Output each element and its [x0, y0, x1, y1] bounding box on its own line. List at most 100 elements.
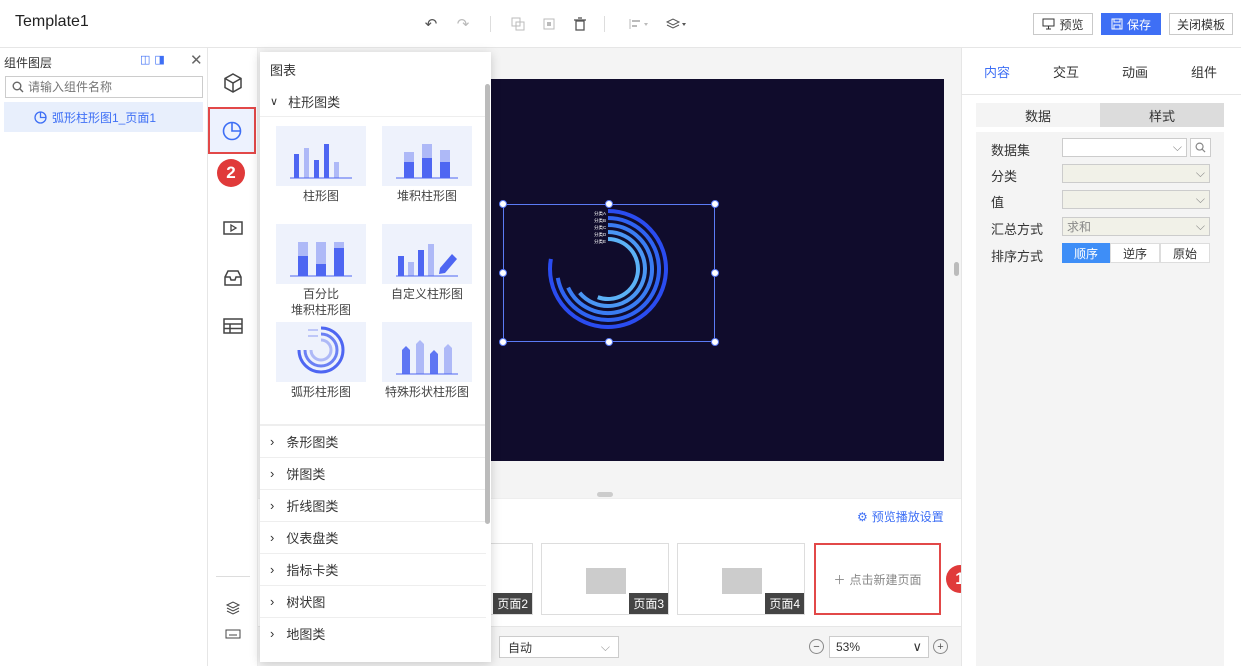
- tab-content[interactable]: 内容: [966, 48, 1028, 94]
- dataset-search-button[interactable]: [1190, 138, 1211, 157]
- horizontal-scrollbar[interactable]: [597, 492, 613, 497]
- paste-icon[interactable]: [539, 14, 559, 34]
- page-thumb-2[interactable]: 页面2: [491, 543, 533, 615]
- chart-picker-panel: 图表 ∨ 柱形图类 柱形图 堆积柱形图 百分比 堆积柱形图 自定义柱形图 弧形柱…: [260, 52, 491, 662]
- bar-chart-thumb: [276, 126, 366, 186]
- chart-type-custom-bar[interactable]: 自定义柱形图: [382, 224, 472, 302]
- keyboard-icon[interactable]: [221, 622, 245, 646]
- summary-select[interactable]: 求和 ⌵: [1062, 217, 1210, 236]
- sort-original[interactable]: 原始: [1160, 243, 1210, 263]
- category-row[interactable]: › 饼图类: [260, 457, 486, 489]
- copy-icon[interactable]: [508, 14, 528, 34]
- layer-search-input[interactable]: [28, 80, 198, 94]
- video-icon[interactable]: [221, 216, 245, 240]
- resize-handle[interactable]: [711, 200, 719, 208]
- chart-type-stacked-bar[interactable]: 堆积柱形图: [382, 126, 472, 204]
- section-label: 柱形图类: [288, 95, 341, 110]
- inbox-icon[interactable]: [221, 266, 245, 290]
- resize-handle[interactable]: [499, 269, 507, 277]
- category-label: 饼图类: [286, 467, 326, 482]
- layer-item-label: 弧形柱形图1_页面1: [52, 110, 157, 125]
- category-row[interactable]: › 地图类: [260, 617, 486, 649]
- chevron-down-icon: ⌵: [1195, 192, 1205, 206]
- chart-type-bar[interactable]: 柱形图: [276, 126, 366, 204]
- chart-picker-scrollbar[interactable]: [485, 84, 490, 524]
- category-row[interactable]: › 仪表盘类: [260, 521, 486, 553]
- dataset-select[interactable]: ⌵: [1062, 138, 1187, 157]
- chevron-right-icon: ›: [270, 626, 275, 641]
- chart-type-arc-bar[interactable]: 弧形柱形图: [276, 322, 366, 400]
- resize-handle[interactable]: [711, 338, 719, 346]
- tab-animation[interactable]: 动画: [1104, 48, 1166, 94]
- chart-type-label: 堆积柱形图: [396, 189, 457, 203]
- resize-handle[interactable]: [499, 338, 507, 346]
- resize-handle[interactable]: [605, 200, 613, 208]
- resize-handle[interactable]: [711, 269, 719, 277]
- section-divider: [260, 116, 486, 117]
- category-label: 指标卡类: [286, 563, 339, 578]
- redo-icon[interactable]: ↷: [453, 14, 473, 34]
- page-thumb-3[interactable]: 页面3: [541, 543, 669, 615]
- preview-button[interactable]: 预览: [1033, 13, 1093, 35]
- chart-category-button[interactable]: [208, 107, 256, 154]
- chart-type-special-shape[interactable]: 特殊形状柱形图: [382, 322, 472, 400]
- split-view-icon[interactable]: ◫: [140, 53, 150, 66]
- chevron-right-icon: ›: [270, 594, 275, 609]
- category-label: 仪表盘类: [286, 531, 339, 546]
- section-header[interactable]: ∨ 柱形图类: [270, 92, 340, 111]
- chevron-down-icon: ⌵: [1195, 219, 1205, 233]
- layer-view-toggles[interactable]: ◫ ◨: [140, 53, 165, 66]
- chart-type-label: 弧形柱形图: [290, 385, 351, 399]
- layers-arrange-icon[interactable]: [664, 14, 690, 34]
- undo-icon[interactable]: ↶: [421, 14, 441, 34]
- search-icon: [1195, 142, 1206, 153]
- selection-box[interactable]: [503, 204, 715, 342]
- sort-label: 排序方式: [991, 249, 1044, 264]
- page-thumb-label: 页面2: [493, 593, 532, 614]
- subtab-style[interactable]: 样式: [1100, 103, 1224, 127]
- toolbar-divider: [604, 16, 605, 32]
- align-icon[interactable]: [626, 14, 652, 34]
- layer-search[interactable]: [5, 76, 203, 98]
- page-thumb-4[interactable]: 页面4: [677, 543, 805, 615]
- category-select[interactable]: ⌵: [1062, 164, 1210, 183]
- play-settings-link[interactable]: ⚙ 预览播放设置: [857, 508, 944, 525]
- category-row[interactable]: › 树状图: [260, 585, 486, 617]
- chevron-down-icon: ⌵: [1172, 140, 1182, 154]
- step-badge-2: 2: [217, 159, 245, 187]
- play-mode-select[interactable]: 自动 ⌵: [499, 636, 619, 658]
- list-view-icon[interactable]: ◨: [154, 53, 164, 66]
- category-row[interactable]: › 条形图类: [260, 425, 486, 457]
- table-icon[interactable]: [221, 314, 245, 338]
- tab-component[interactable]: 组件: [1173, 48, 1235, 94]
- sort-ascending[interactable]: 顺序: [1062, 243, 1110, 263]
- layer-item[interactable]: 弧形柱形图1_页面1: [4, 102, 203, 132]
- close-icon[interactable]: ✕: [190, 51, 203, 69]
- pie-chart-icon: [222, 121, 242, 140]
- value-select[interactable]: ⌵: [1062, 190, 1210, 209]
- layers-icon[interactable]: [221, 596, 245, 620]
- resize-handle[interactable]: [499, 200, 507, 208]
- stacked-bar-thumb: [382, 126, 472, 186]
- cube-icon[interactable]: [221, 71, 245, 95]
- zoom-in-icon[interactable]: +: [933, 639, 948, 654]
- zoom-select[interactable]: 53% ∨: [829, 636, 929, 658]
- category-row[interactable]: › 指标卡类: [260, 553, 486, 585]
- category-label: 地图类: [286, 627, 326, 642]
- sort-descending[interactable]: 逆序: [1110, 243, 1160, 263]
- chart-type-percent-stacked[interactable]: 百分比 堆积柱形图: [276, 224, 366, 318]
- zoom-out-icon[interactable]: −: [809, 639, 824, 654]
- dataset-label: 数据集: [991, 143, 1031, 158]
- close-template-button[interactable]: 关闭模板: [1169, 13, 1233, 35]
- category-row[interactable]: › 折线图类: [260, 489, 486, 521]
- new-page-button[interactable]: ＋ 点击新建页面: [814, 543, 941, 615]
- subtab-data[interactable]: 数据: [976, 103, 1100, 127]
- tab-interaction[interactable]: 交互: [1035, 48, 1097, 94]
- vertical-scrollbar[interactable]: [954, 262, 959, 276]
- delete-icon[interactable]: [570, 14, 590, 34]
- resize-handle[interactable]: [605, 338, 613, 346]
- category-label: 条形图类: [286, 435, 339, 450]
- gear-icon: ⚙: [857, 509, 868, 524]
- chart-type-label: 柱形图: [302, 189, 339, 203]
- save-button[interactable]: 保存: [1101, 13, 1161, 35]
